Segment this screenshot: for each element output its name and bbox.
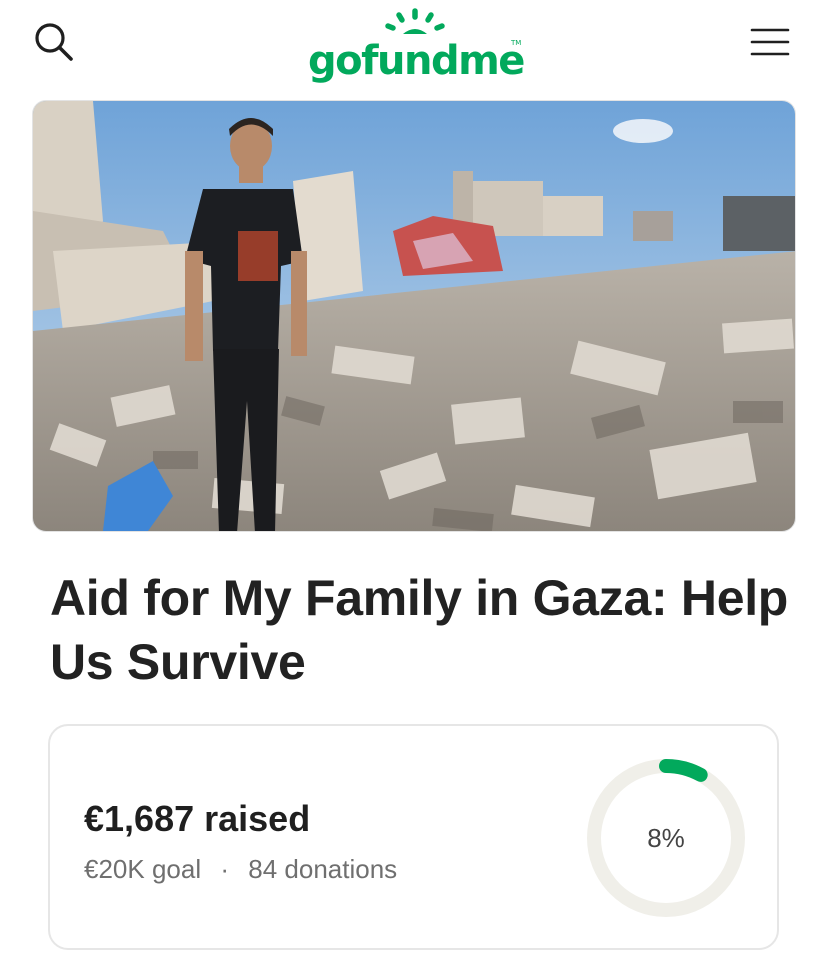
goal-and-donations: €20K goal · 84 donations — [84, 854, 397, 885]
logo-wordmark: gofundme — [308, 38, 525, 84]
hamburger-menu-icon — [750, 28, 790, 56]
search-icon — [35, 23, 73, 61]
campaign-hero-image[interactable] — [32, 100, 796, 532]
search-button[interactable] — [30, 18, 78, 66]
amount-raised: €1,687 raised — [84, 798, 311, 839]
campaign-title: Aid for My Family in Gaza: Help Us Survi… — [50, 570, 789, 690]
goal-amount: €20K goal — [84, 854, 202, 884]
progress-percent: 8% — [647, 822, 685, 853]
top-bar: gofundme TM — [0, 0, 828, 96]
trademark-mark: TM — [511, 39, 522, 47]
hero-photo — [33, 101, 795, 531]
meta-separator: · — [220, 854, 230, 884]
donation-progress-card: €1,687 raised €20K goal · 84 donations 8… — [48, 724, 779, 950]
gofundme-logo[interactable]: gofundme TM — [300, 6, 530, 86]
donation-count: 84 donations — [248, 854, 398, 884]
menu-button[interactable] — [746, 18, 794, 66]
